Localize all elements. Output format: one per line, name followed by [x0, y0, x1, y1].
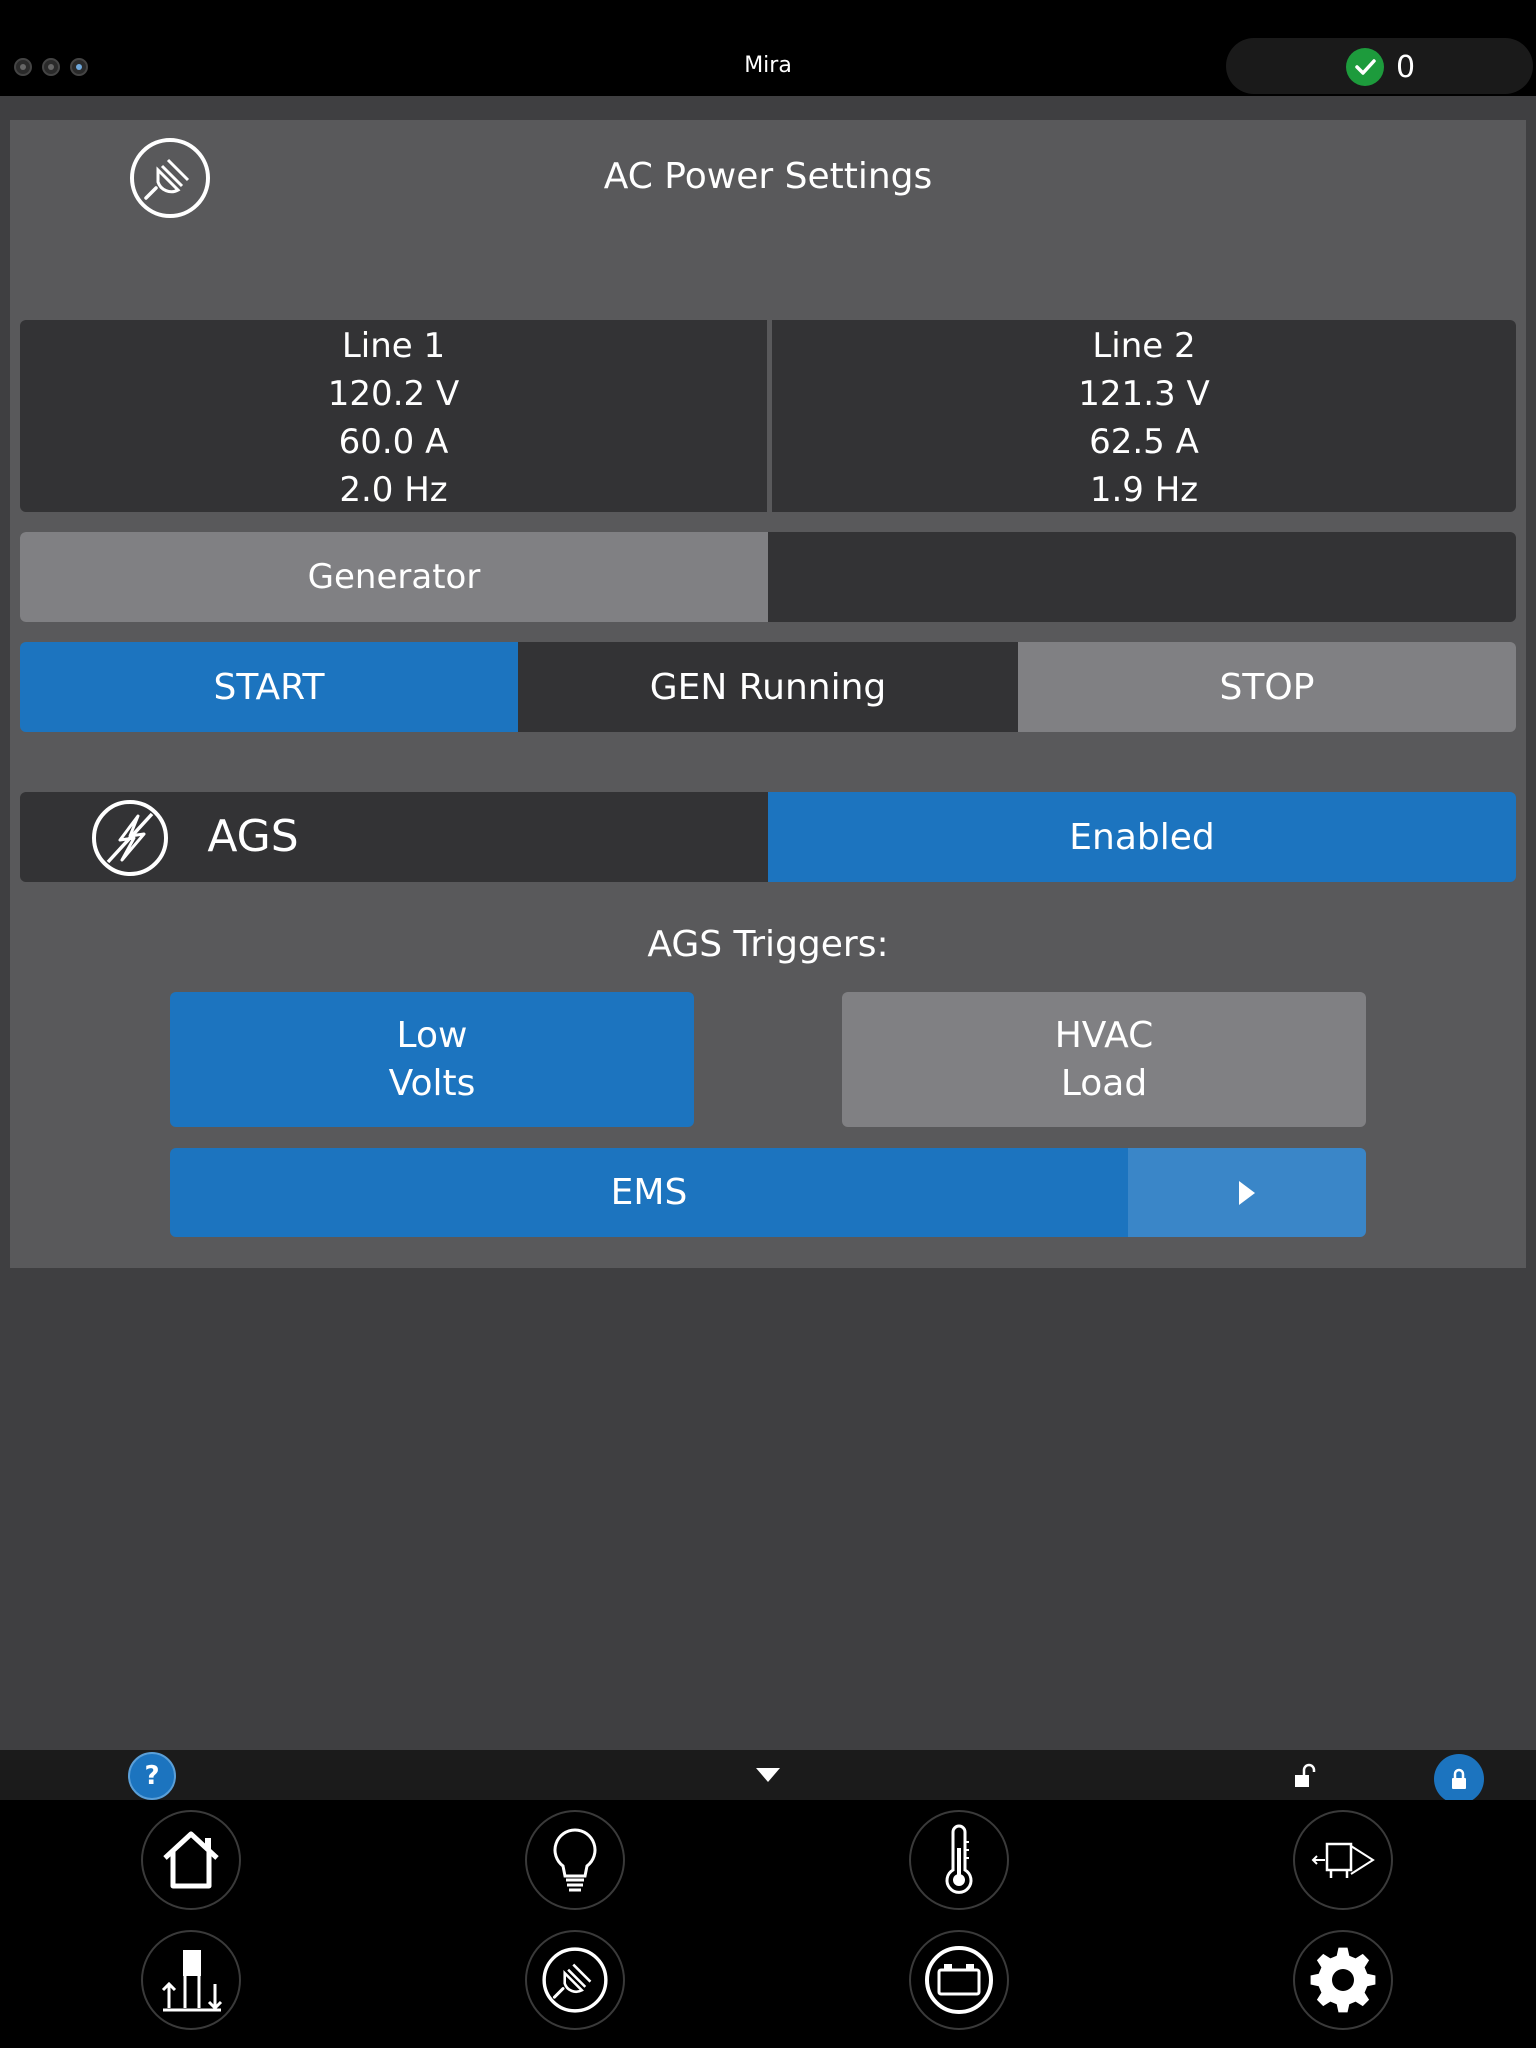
start-button[interactable]: START	[20, 642, 518, 732]
ags-label-cell: AGS	[20, 792, 768, 882]
trigger-label-line: HVAC	[1054, 1014, 1154, 1056]
slide-out-icon[interactable]	[1293, 1810, 1393, 1910]
generator-label: Generator	[20, 532, 768, 622]
status-count: 0	[1396, 50, 1416, 85]
ac-power-settings-panel: AC Power Settings Line 1 120.2 V 60.0 A …	[10, 120, 1526, 1268]
help-button[interactable]: ?	[128, 1752, 176, 1800]
line-frequency: 1.9 Hz	[1089, 470, 1199, 510]
ems-button[interactable]: EMS	[170, 1148, 1128, 1237]
line-frequency: 2.0 Hz	[339, 470, 448, 510]
line-current: 62.5 A	[1089, 422, 1199, 462]
line-voltage: 120.2 V	[327, 374, 460, 414]
generator-status: GEN Running	[518, 642, 1018, 732]
top-bar: Mira 0	[0, 0, 1536, 96]
line-current: 60.0 A	[338, 422, 449, 462]
gear-icon[interactable]	[1293, 1930, 1393, 2030]
page-title: AC Power Settings	[603, 156, 933, 197]
ags-row: AGS Enabled	[20, 792, 1516, 882]
generator-row: Generator	[20, 532, 1516, 622]
ags-triggers-heading: AGS Triggers:	[647, 924, 889, 965]
line-2-readout: Line 2 121.3 V 62.5 A 1.9 Hz	[772, 320, 1516, 512]
plug-icon[interactable]	[525, 1930, 625, 2030]
line-name: Line 1	[341, 326, 446, 366]
line-voltage: 121.3 V	[1078, 374, 1210, 414]
collapse-arrow-icon[interactable]	[755, 1766, 781, 1784]
trigger-label-line: Volts	[388, 1062, 476, 1104]
bottom-navigation	[0, 1800, 1536, 2048]
ems-row: EMS	[170, 1148, 1366, 1237]
stop-button[interactable]: STOP	[1018, 642, 1516, 732]
thermometer-icon[interactable]	[909, 1810, 1009, 1910]
check-icon	[1346, 48, 1384, 86]
leveling-icon[interactable]	[141, 1930, 241, 2030]
lightbulb-icon[interactable]	[525, 1810, 625, 1910]
play-arrow-icon	[1239, 1180, 1255, 1205]
trigger-label-line: Low	[396, 1014, 468, 1056]
unlock-icon[interactable]	[1292, 1762, 1318, 1790]
low-volts-trigger-button[interactable]: Low Volts	[170, 992, 694, 1127]
trigger-label-line: Load	[1060, 1062, 1148, 1104]
status-pill[interactable]: 0	[1226, 38, 1533, 94]
line-1-readout: Line 1 120.2 V 60.0 A 2.0 Hz	[20, 320, 767, 512]
lock-icon[interactable]	[1434, 1754, 1484, 1804]
battery-icon[interactable]	[909, 1930, 1009, 2030]
hvac-load-trigger-button[interactable]: HVAC Load	[842, 992, 1366, 1127]
generator-controls: START GEN Running STOP	[20, 642, 1516, 732]
home-icon[interactable]	[141, 1810, 241, 1910]
ags-label: AGS	[207, 811, 299, 862]
ems-expand-button[interactable]	[1128, 1148, 1366, 1237]
line-name: Line 2	[1092, 326, 1196, 366]
ags-enabled-toggle[interactable]: Enabled	[768, 792, 1516, 882]
